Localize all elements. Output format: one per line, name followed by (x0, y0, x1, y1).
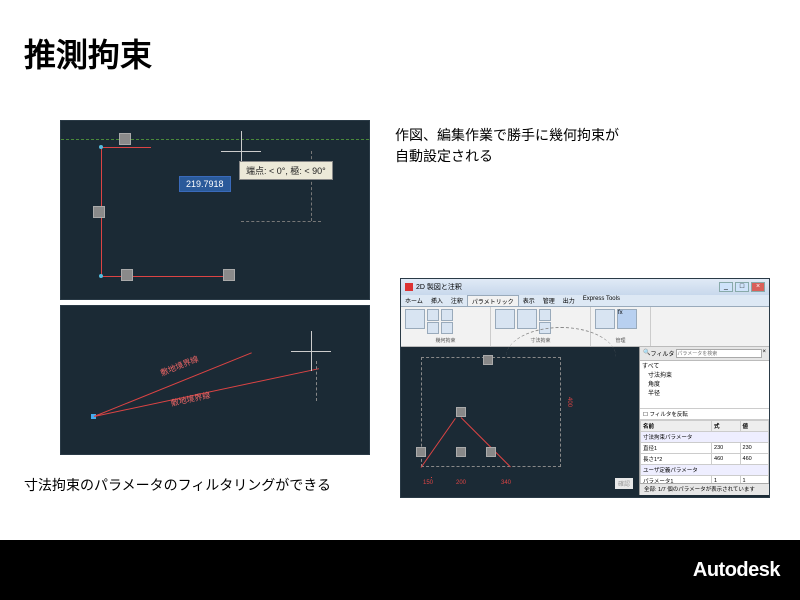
tab-output[interactable]: 出力 (559, 295, 579, 306)
ribbon-group-geometric: 幾何拘束 (401, 307, 491, 346)
constraint-icon[interactable] (427, 309, 439, 321)
window-titlebar[interactable]: 2D 製図と注釈 _ □ × (401, 279, 769, 295)
grid-row[interactable]: ユーザ定義パラメータ (641, 465, 769, 476)
tab-annotate[interactable]: 注釈 (447, 295, 467, 306)
search-input[interactable] (676, 349, 762, 358)
parameters-palette: 🔍 フィルタ × すべて 寸法拘束 角度 半径 ☐ フィルタを反転 名前 (639, 347, 769, 495)
ribbon-tabs: ホーム 挿入 注釈 パラメトリック 表示 管理 出力 Express Tools (401, 295, 769, 307)
dynamic-input[interactable]: 219.7918 (179, 176, 231, 192)
vertex-dot (99, 274, 103, 278)
geometry-line-top (101, 147, 151, 148)
tree-item[interactable]: 角度 (642, 381, 767, 390)
vertex-dot (99, 145, 103, 149)
constraint-glyph (119, 133, 131, 145)
grid-row[interactable]: パラメータ111 (641, 476, 769, 484)
palette-status: 全部: 1/7 個のパラメータが表示されています (640, 483, 769, 495)
dimension-2: 200 (456, 480, 466, 486)
constraint-glyph (223, 269, 235, 281)
tree-item[interactable]: 寸法拘束 (642, 372, 767, 381)
delete-constraints-button[interactable] (595, 309, 615, 329)
tab-manage[interactable]: 管理 (539, 295, 559, 306)
description-1: 作図、編集作業で勝手に幾何拘束が 自動設定される (395, 125, 619, 167)
vertical-dimension: 400 (566, 397, 572, 407)
constraint-icon[interactable] (441, 309, 453, 321)
cad-viewport-1: 端点: < 0°, 極: < 90° 219.7918 (60, 120, 370, 300)
tab-view[interactable]: 表示 (519, 295, 539, 306)
autocad-window: 2D 製図と注釈 _ □ × ホーム 挿入 注釈 パラメトリック 表示 管理 出… (400, 278, 770, 498)
grid-row[interactable]: 直径1230230 (641, 443, 769, 454)
desc1-line1: 作図、編集作業で勝手に幾何拘束が (395, 127, 619, 143)
invert-filter-toggle[interactable]: ☐ フィルタを反転 (640, 409, 769, 420)
guide-line (61, 139, 369, 140)
tab-home[interactable]: ホーム (401, 295, 427, 306)
line-label: 敷地境界線 (170, 390, 211, 409)
dimension-1: 150 (423, 480, 433, 486)
polar-tooltip: 端点: < 0°, 極: < 90° (239, 161, 333, 180)
constraint-glyph (456, 447, 466, 457)
dim-icon[interactable] (539, 309, 551, 321)
constraint-glyph (486, 447, 496, 457)
close-button[interactable]: × (751, 282, 765, 292)
confirm-label: 確認 (615, 478, 633, 489)
parameters-manager-button[interactable]: fx (617, 309, 637, 329)
arc-outline (506, 327, 616, 387)
constraint-glyph (456, 407, 466, 417)
filter-icon[interactable]: 🔍 (643, 349, 650, 358)
dimension-3: 340 (501, 480, 511, 486)
description-2: 寸法拘束のパラメータのフィルタリングができる (24, 475, 331, 495)
slide: 推測拘束 作図、編集作業で勝手に幾何拘束が 自動設定される 端点: < 0°, … (0, 0, 800, 600)
cursor-crosshair-icon (291, 331, 331, 371)
constraint-glyph (483, 355, 493, 365)
group-label: 幾何拘束 (405, 337, 486, 344)
filter-label: フィルタ (650, 349, 674, 358)
grid-header: 名前 式 値 (641, 421, 769, 432)
tree-item[interactable]: すべて (642, 363, 767, 372)
linear-dim-button[interactable] (495, 309, 515, 329)
app-icon (405, 283, 413, 291)
tracking-line (316, 361, 317, 401)
tab-parametric[interactable]: パラメトリック (467, 295, 519, 306)
tab-express[interactable]: Express Tools (579, 295, 624, 306)
close-icon[interactable]: × (762, 349, 766, 358)
footer: Autodesk (0, 540, 800, 600)
aligned-dim-button[interactable] (517, 309, 537, 329)
app-body: 150 200 340 400 確認 🔍 フィルタ × すべて 寸法拘束 角度 … (401, 347, 769, 495)
palette-header: 🔍 フィルタ × (640, 347, 769, 361)
tab-insert[interactable]: 挿入 (427, 295, 447, 306)
geom (431, 477, 432, 478)
cad-viewport-2: 敷地境界線 敷地境界線 (60, 305, 370, 455)
parameters-grid[interactable]: 名前 式 値 寸法拘束パラメータ 直径1230230 長さ1*2460460 ユ… (640, 420, 769, 483)
constraint-glyph (121, 269, 133, 281)
constraint-icon[interactable] (441, 322, 453, 334)
constraint-glyph (416, 447, 426, 457)
autodesk-logo: Autodesk (693, 559, 780, 582)
constraint-icon[interactable] (427, 322, 439, 334)
grid-row[interactable]: 寸法拘束パラメータ (641, 432, 769, 443)
minimize-button[interactable]: _ (719, 282, 733, 292)
grid-row[interactable]: 長さ1*2460460 (641, 454, 769, 465)
tree-item[interactable]: 半径 (642, 390, 767, 399)
maximize-button[interactable]: □ (735, 282, 749, 292)
slide-title: 推測拘束 (24, 30, 152, 76)
filter-tree[interactable]: すべて 寸法拘束 角度 半径 (640, 361, 769, 409)
auto-constrain-button[interactable] (405, 309, 425, 329)
drawing-area[interactable]: 150 200 340 400 確認 (401, 347, 639, 495)
constraint-glyph (93, 206, 105, 218)
tracking-line (241, 221, 321, 222)
desc1-line2: 自動設定される (395, 148, 493, 164)
window-title: 2D 製図と注釈 (416, 282, 462, 292)
